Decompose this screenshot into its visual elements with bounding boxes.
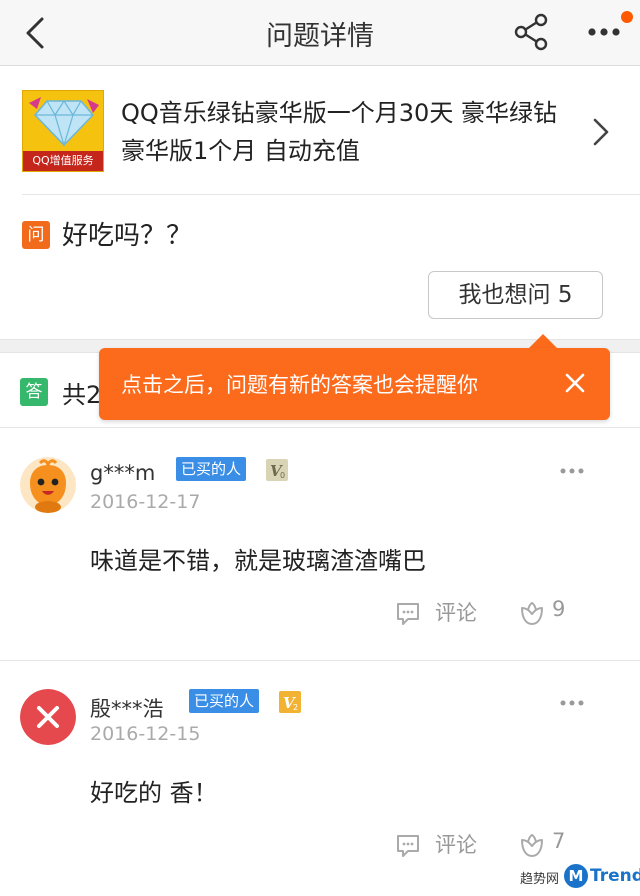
notify-tooltip: 点击之后，问题有新的答案也会提醒你 bbox=[99, 348, 610, 420]
svg-text:0: 0 bbox=[280, 471, 285, 480]
question-text: 好吃吗？？ bbox=[62, 221, 193, 251]
like-button[interactable]: 7 bbox=[518, 829, 578, 861]
bought-tag: 已买的人 bbox=[176, 457, 247, 481]
product-thumbnail: QQ增值服务 bbox=[22, 90, 104, 172]
ask-count: 5 bbox=[557, 282, 573, 308]
diamond-icon bbox=[23, 91, 103, 153]
question-badge: 问 bbox=[22, 221, 50, 249]
comment-label: 评论 bbox=[435, 601, 477, 625]
answer-item: g***m 已买的人 V 0 2016-12-17 味道是不错，就是玻璃渣渣嘴巴… bbox=[0, 429, 640, 661]
site-watermark: 趋势网 M Trend bbox=[520, 862, 640, 892]
comment-icon bbox=[397, 603, 419, 625]
like-button[interactable]: 9 bbox=[518, 597, 578, 629]
more-menu-icon[interactable] bbox=[586, 14, 626, 50]
watermark-brand: Trend bbox=[590, 866, 640, 886]
chevron-right-icon[interactable] bbox=[590, 114, 612, 150]
product-row[interactable]: QQ增值服务 QQ音乐绿钻豪华版一个月30天 豪华绿钻豪华版1个月 自动充值 bbox=[0, 66, 640, 194]
bought-tag: 已买的人 bbox=[189, 689, 260, 713]
watermark-prefix: 趋势网 bbox=[520, 872, 560, 887]
like-count: 9 bbox=[552, 597, 566, 621]
comment-label: 评论 bbox=[435, 833, 477, 857]
question-section: 问 好吃吗？？ 我也想问 5 bbox=[0, 195, 640, 339]
ask-label: 我也想问 bbox=[458, 282, 551, 308]
level-v0-icon: V 0 bbox=[266, 459, 288, 481]
answer-text: 味道是不错，就是玻璃渣渣嘴巴 bbox=[90, 547, 426, 575]
comment-icon bbox=[397, 835, 419, 857]
share-icon[interactable] bbox=[512, 12, 550, 52]
answer-badge: 答 bbox=[20, 378, 48, 406]
avatar[interactable] bbox=[20, 689, 76, 745]
comment-button[interactable]: 评论 bbox=[395, 829, 495, 861]
more-options-icon[interactable] bbox=[560, 467, 584, 475]
me-too-ask-button[interactable]: 我也想问 5 bbox=[428, 271, 603, 319]
answers-count: 共2 bbox=[62, 381, 102, 409]
answer-username[interactable]: g***m bbox=[90, 461, 155, 485]
product-title[interactable]: QQ音乐绿钻豪华版一个月30天 豪华绿钻豪华版1个月 自动充值 bbox=[121, 94, 561, 170]
like-flower-icon bbox=[521, 833, 543, 857]
answer-date: 2016-12-15 bbox=[90, 723, 201, 745]
watermark-m-logo: M bbox=[564, 864, 588, 888]
like-flower-icon bbox=[521, 601, 543, 625]
like-count: 7 bbox=[552, 829, 566, 853]
comment-button[interactable]: 评论 bbox=[395, 597, 495, 629]
top-navbar: 问题详情 bbox=[0, 0, 640, 66]
answer-item: 殷***浩 已买的人 V 2 2016-12-15 好吃的 香！ 评论 7 bbox=[0, 661, 640, 896]
notification-dot bbox=[621, 11, 633, 23]
tooltip-text: 点击之后，问题有新的答案也会提醒你 bbox=[121, 373, 478, 397]
close-icon[interactable] bbox=[564, 372, 586, 394]
avatar[interactable] bbox=[20, 457, 76, 513]
answer-date: 2016-12-17 bbox=[90, 491, 201, 513]
svg-text:2: 2 bbox=[293, 703, 298, 712]
thumb-banner: QQ增值服务 bbox=[23, 151, 103, 171]
answer-text: 好吃的 香！ bbox=[90, 779, 218, 807]
tooltip-arrow bbox=[528, 334, 558, 349]
answer-username[interactable]: 殷***浩 bbox=[90, 693, 164, 723]
level-v2-icon: V 2 bbox=[279, 691, 301, 713]
more-options-icon[interactable] bbox=[560, 699, 584, 707]
